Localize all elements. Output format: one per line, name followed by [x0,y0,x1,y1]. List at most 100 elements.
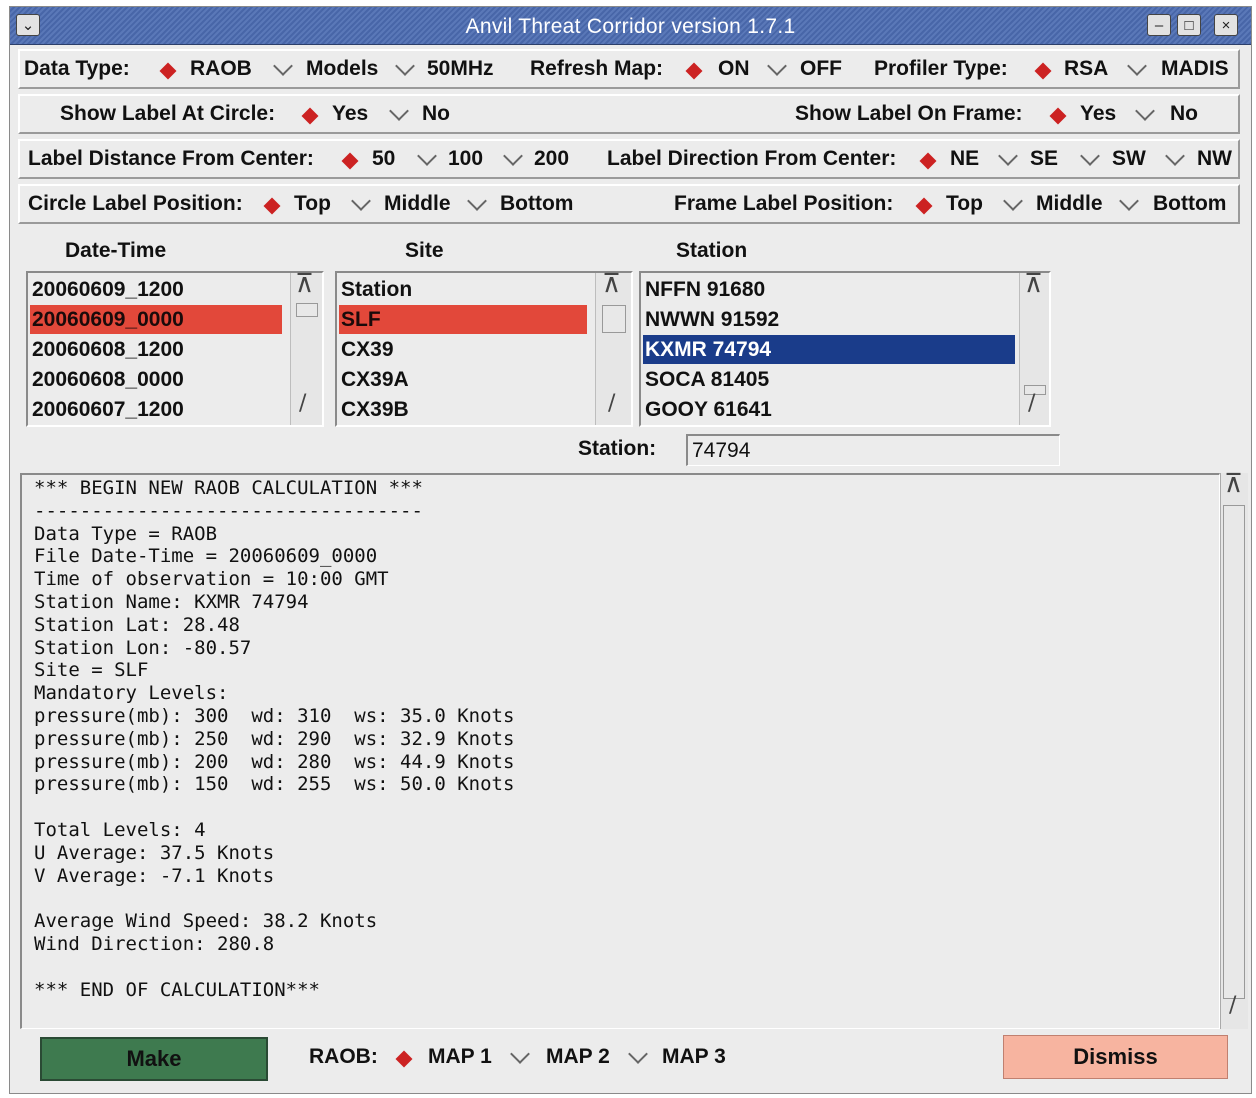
list-item[interactable]: 20060609_1200 [30,275,282,304]
radio-unselected-icon[interactable] [1127,56,1147,76]
list-item[interactable]: CX39A [339,365,587,394]
radio-unselected-icon[interactable] [628,1044,648,1064]
map3-option[interactable]: MAP 3 [662,1045,726,1069]
radio-selected-icon[interactable] [1049,107,1067,125]
scroll-up-arrow-icon[interactable]: ⊼ [1224,469,1243,499]
radio-selected-icon[interactable] [685,62,703,80]
radio-unselected-icon[interactable] [417,146,437,166]
output-scrollbar[interactable]: ⊼ / [1220,469,1248,1029]
profiler-type-rsa-option[interactable]: RSA [1064,57,1108,81]
radio-unselected-icon[interactable] [1135,101,1155,121]
site-list[interactable]: Station SLF CX39 CX39A CX39B ⊼ / [335,269,633,427]
radio-selected-icon[interactable] [915,197,933,215]
show-label-row: Show Label At Circle: Yes No Show Label … [18,94,1240,134]
radio-selected-icon[interactable] [919,152,937,170]
minimize-button[interactable]: ‒ [1147,14,1171,36]
label-direction-ne-option[interactable]: NE [950,147,979,171]
label-direction-se-option[interactable]: SE [1030,147,1058,171]
data-type-raob-option[interactable]: RAOB [190,57,252,81]
radio-unselected-icon[interactable] [1119,191,1139,211]
profiler-type-madis-option[interactable]: MADIS [1161,57,1229,81]
list-item[interactable]: NWWN 91592 [643,305,1015,334]
scroll-down-arrow-icon[interactable]: / [1028,391,1035,416]
dismiss-button[interactable]: Dismiss [1003,1035,1228,1079]
list-item[interactable]: NFFN 91680 [643,275,1015,304]
list-item-selected[interactable]: KXMR 74794 [643,335,1015,364]
scroll-down-arrow-icon[interactable]: / [608,391,615,416]
refresh-map-on-option[interactable]: ON [718,57,750,81]
scroll-thumb[interactable] [1223,505,1245,999]
scroll-up-arrow-icon[interactable]: ⊼ [1024,269,1043,299]
list-item-selected[interactable]: 20060609_0000 [30,305,282,334]
list-item[interactable]: CX39B [339,395,587,424]
data-type-models-option[interactable]: Models [306,57,378,81]
station-header: Station [676,239,748,262]
station-input[interactable] [686,434,1060,466]
radio-selected-icon[interactable] [341,152,359,170]
show-label-circle-yes-option[interactable]: Yes [332,102,368,126]
radio-unselected-icon[interactable] [389,101,409,121]
radio-unselected-icon[interactable] [503,146,523,166]
scroll-down-arrow-icon[interactable]: / [1229,993,1236,1018]
label-distance-50-option[interactable]: 50 [372,147,395,171]
calculation-output[interactable]: *** BEGIN NEW RAOB CALCULATION *** -----… [20,473,1220,1029]
circle-label-position-label: Circle Label Position: [28,192,243,215]
frame-position-bottom-option[interactable]: Bottom [1153,192,1226,216]
radio-unselected-icon[interactable] [1080,146,1100,166]
scroll-up-arrow-icon[interactable]: ⊼ [295,269,314,299]
make-button[interactable]: Make [40,1037,268,1081]
show-label-frame-no-option[interactable]: No [1170,102,1198,126]
scroll-down-arrow-icon[interactable]: / [299,391,306,416]
radio-unselected-icon[interactable] [273,56,293,76]
site-scrollbar[interactable]: ⊼ / [595,269,631,425]
datetime-scrollbar[interactable]: ⊼ / [290,269,322,425]
map1-option[interactable]: MAP 1 [428,1045,492,1069]
radio-unselected-icon[interactable] [351,191,371,211]
site-header: Site [405,239,444,262]
close-button[interactable]: × [1214,14,1238,36]
title-bar[interactable]: ⌄ Anvil Threat Corridor version 1.7.1 ‒ … [10,7,1251,45]
frame-position-middle-option[interactable]: Middle [1036,192,1103,216]
circle-position-top-option[interactable]: Top [294,192,331,216]
list-item[interactable]: 20060608_0000 [30,365,282,394]
radio-unselected-icon[interactable] [767,56,787,76]
frame-position-top-option[interactable]: Top [946,192,983,216]
refresh-map-off-option[interactable]: OFF [800,57,842,81]
list-item[interactable]: Station [339,275,587,304]
radio-unselected-icon[interactable] [1003,191,1023,211]
label-distance-label: Label Distance From Center: [28,147,314,170]
radio-selected-icon[interactable] [159,62,177,80]
list-item[interactable]: 20060608_1200 [30,335,282,364]
list-item[interactable]: CX39 [339,335,587,364]
label-distance-200-option[interactable]: 200 [534,147,569,171]
list-item[interactable]: GOOY 61641 [643,395,1015,424]
radio-unselected-icon[interactable] [395,56,415,76]
radio-selected-icon[interactable] [301,107,319,125]
station-list[interactable]: NFFN 91680 NWWN 91592 KXMR 74794 SOCA 81… [639,269,1051,427]
label-direction-sw-option[interactable]: SW [1112,147,1146,171]
show-label-frame-yes-option[interactable]: Yes [1080,102,1116,126]
radio-selected-icon[interactable] [395,1050,413,1068]
list-item[interactable]: 20060607_1200 [30,395,282,424]
radio-selected-icon[interactable] [263,197,281,215]
radio-unselected-icon[interactable] [467,191,487,211]
circle-position-bottom-option[interactable]: Bottom [500,192,573,216]
label-distance-100-option[interactable]: 100 [448,147,483,171]
label-direction-nw-option[interactable]: NW [1197,147,1232,171]
data-type-50mhz-option[interactable]: 50MHz [427,57,494,81]
radio-unselected-icon[interactable] [1165,146,1185,166]
scroll-thumb[interactable] [602,305,626,333]
datetime-list[interactable]: 20060609_1200 20060609_0000 20060608_120… [26,269,324,427]
scroll-up-arrow-icon[interactable]: ⊼ [602,269,621,299]
radio-selected-icon[interactable] [1034,62,1052,80]
scroll-thumb[interactable] [296,303,318,317]
station-scrollbar[interactable]: ⊼ / [1019,269,1049,425]
radio-unselected-icon[interactable] [998,146,1018,166]
show-label-circle-no-option[interactable]: No [422,102,450,126]
maximize-button[interactable]: □ [1177,14,1201,36]
circle-position-middle-option[interactable]: Middle [384,192,451,216]
radio-unselected-icon[interactable] [510,1044,530,1064]
list-item[interactable]: SOCA 81405 [643,365,1015,394]
list-item-selected[interactable]: SLF [339,305,587,334]
map2-option[interactable]: MAP 2 [546,1045,610,1069]
